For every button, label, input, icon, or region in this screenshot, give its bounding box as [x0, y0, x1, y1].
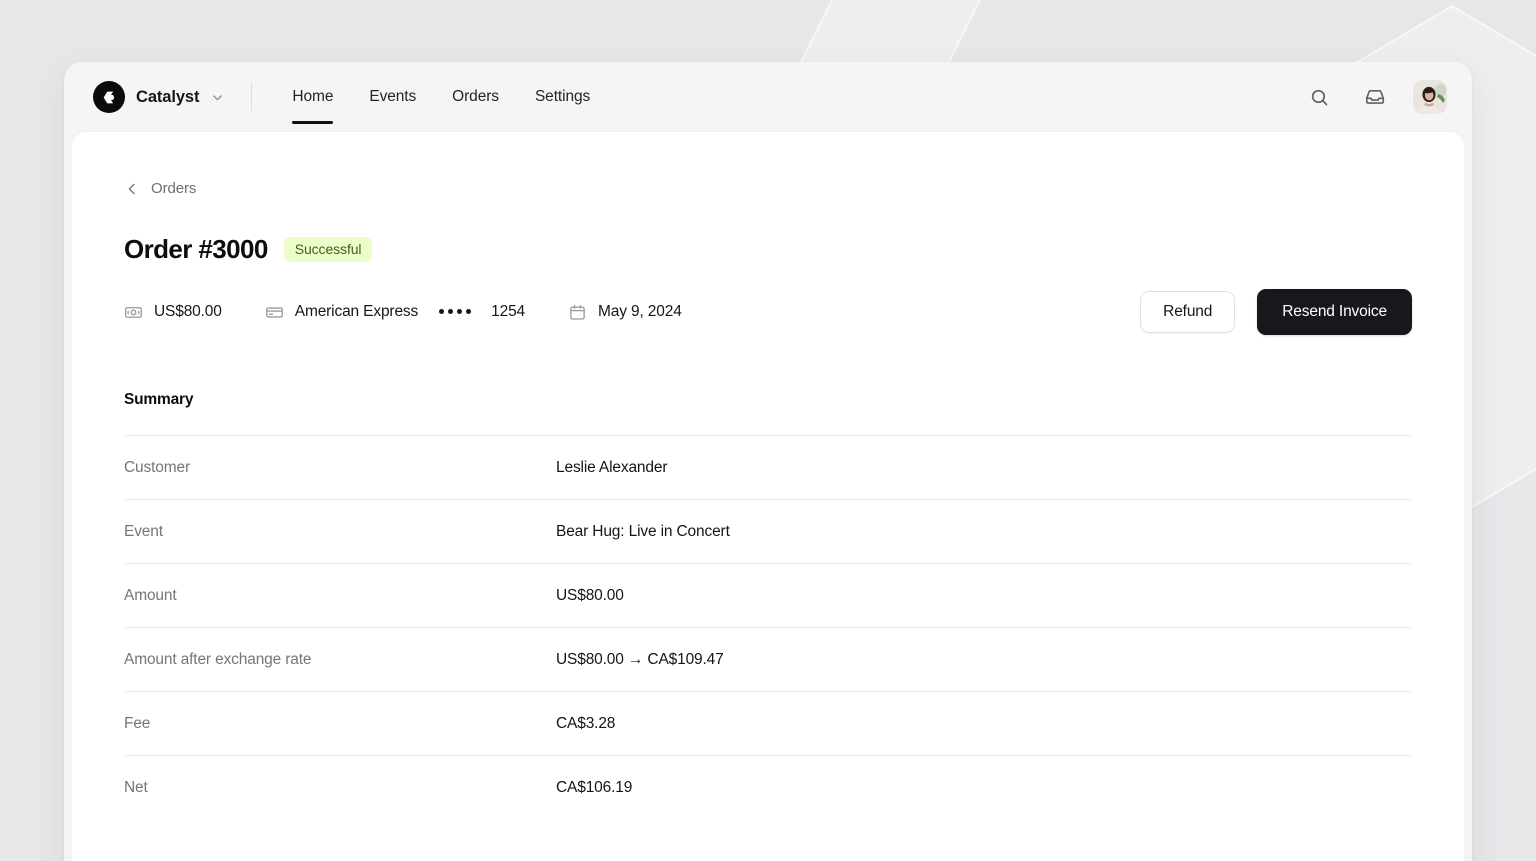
meta-date: May 9, 2024 — [568, 303, 682, 322]
order-meta-items: US$80.00 American Express 1254 May 9, 20… — [124, 303, 682, 322]
app-window: Catalyst Home Events Orders Settings Ord… — [64, 62, 1472, 861]
row-value-event: Bear Hug: Live in Concert — [556, 523, 730, 540]
row-label-amount: Amount — [124, 587, 177, 604]
row-value-amount: US$80.00 — [556, 587, 624, 604]
meta-card-brand: American Express — [294, 303, 419, 320]
breadcrumb-back-orders[interactable]: Orders — [124, 180, 196, 197]
search-icon[interactable] — [1302, 80, 1336, 114]
status-badge: Successful — [283, 236, 373, 263]
page-title: Order #3000 — [124, 234, 268, 264]
row-value-net: CA$106.19 — [556, 779, 633, 796]
row-label-customer: Customer — [124, 459, 190, 476]
row-label-event: Event — [124, 523, 163, 540]
nav-item-events[interactable]: Events — [351, 62, 434, 132]
meta-date-value: May 9, 2024 — [598, 303, 682, 320]
meta-payment-card: American Express 1254 — [265, 303, 525, 322]
resend-invoice-button[interactable]: Resend Invoice — [1257, 289, 1412, 335]
primary-nav: Home Events Orders Settings — [274, 62, 608, 132]
navbar-actions — [1302, 80, 1446, 114]
brand-name: Catalyst — [136, 87, 200, 106]
catalyst-logo-icon — [93, 81, 125, 113]
meta-card-last4: 1254 — [491, 303, 526, 320]
banknote-icon — [124, 303, 143, 322]
table-row: Amount after exchange rate US$80.00 → CA… — [124, 627, 1412, 692]
brand-switcher[interactable]: Catalyst — [88, 76, 233, 118]
nav-item-orders[interactable]: Orders — [434, 62, 517, 132]
refund-button[interactable]: Refund — [1140, 291, 1236, 333]
row-label-fee: Fee — [124, 715, 151, 732]
row-value-fee: CA$3.28 — [556, 715, 616, 732]
order-actions: Refund Resend Invoice — [1140, 289, 1412, 335]
row-label-amount-after-exchange: Amount after exchange rate — [124, 651, 312, 668]
nav-item-home[interactable]: Home — [274, 62, 351, 132]
row-value-customer: Leslie Alexander — [556, 459, 668, 476]
user-avatar[interactable] — [1414, 81, 1446, 113]
breadcrumb-label: Orders — [151, 180, 197, 197]
table-row: Amount US$80.00 — [124, 563, 1412, 628]
credit-card-icon — [265, 303, 284, 322]
calendar-icon — [568, 303, 587, 322]
card-mask-dots — [439, 308, 472, 314]
top-navbar: Catalyst Home Events Orders Settings — [64, 62, 1472, 132]
summary-heading: Summary — [124, 391, 194, 408]
order-header: Order #3000 Successful — [124, 234, 1412, 265]
inbox-icon[interactable] — [1358, 80, 1392, 114]
nav-divider — [251, 83, 253, 111]
row-label-net: Net — [124, 779, 148, 796]
meta-amount-value: US$80.00 — [154, 303, 222, 320]
nav-item-settings[interactable]: Settings — [517, 62, 608, 132]
order-meta-row: US$80.00 American Express 1254 May 9, 20… — [124, 289, 1412, 335]
table-row: Net CA$106.19 — [124, 755, 1412, 820]
chevron-left-icon — [124, 181, 140, 197]
content-panel: Orders Order #3000 Successful US$80.00 A… — [72, 132, 1464, 861]
chevron-down-icon — [210, 90, 225, 105]
table-row: Fee CA$3.28 — [124, 691, 1412, 756]
meta-amount: US$80.00 — [124, 303, 222, 322]
summary-table: Customer Leslie Alexander Event Bear Hug… — [124, 435, 1412, 819]
table-row: Event Bear Hug: Live in Concert — [124, 499, 1412, 564]
row-value-amount-after-exchange: US$80.00 → CA$109.47 — [556, 651, 724, 668]
table-row: Customer Leslie Alexander — [124, 435, 1412, 500]
